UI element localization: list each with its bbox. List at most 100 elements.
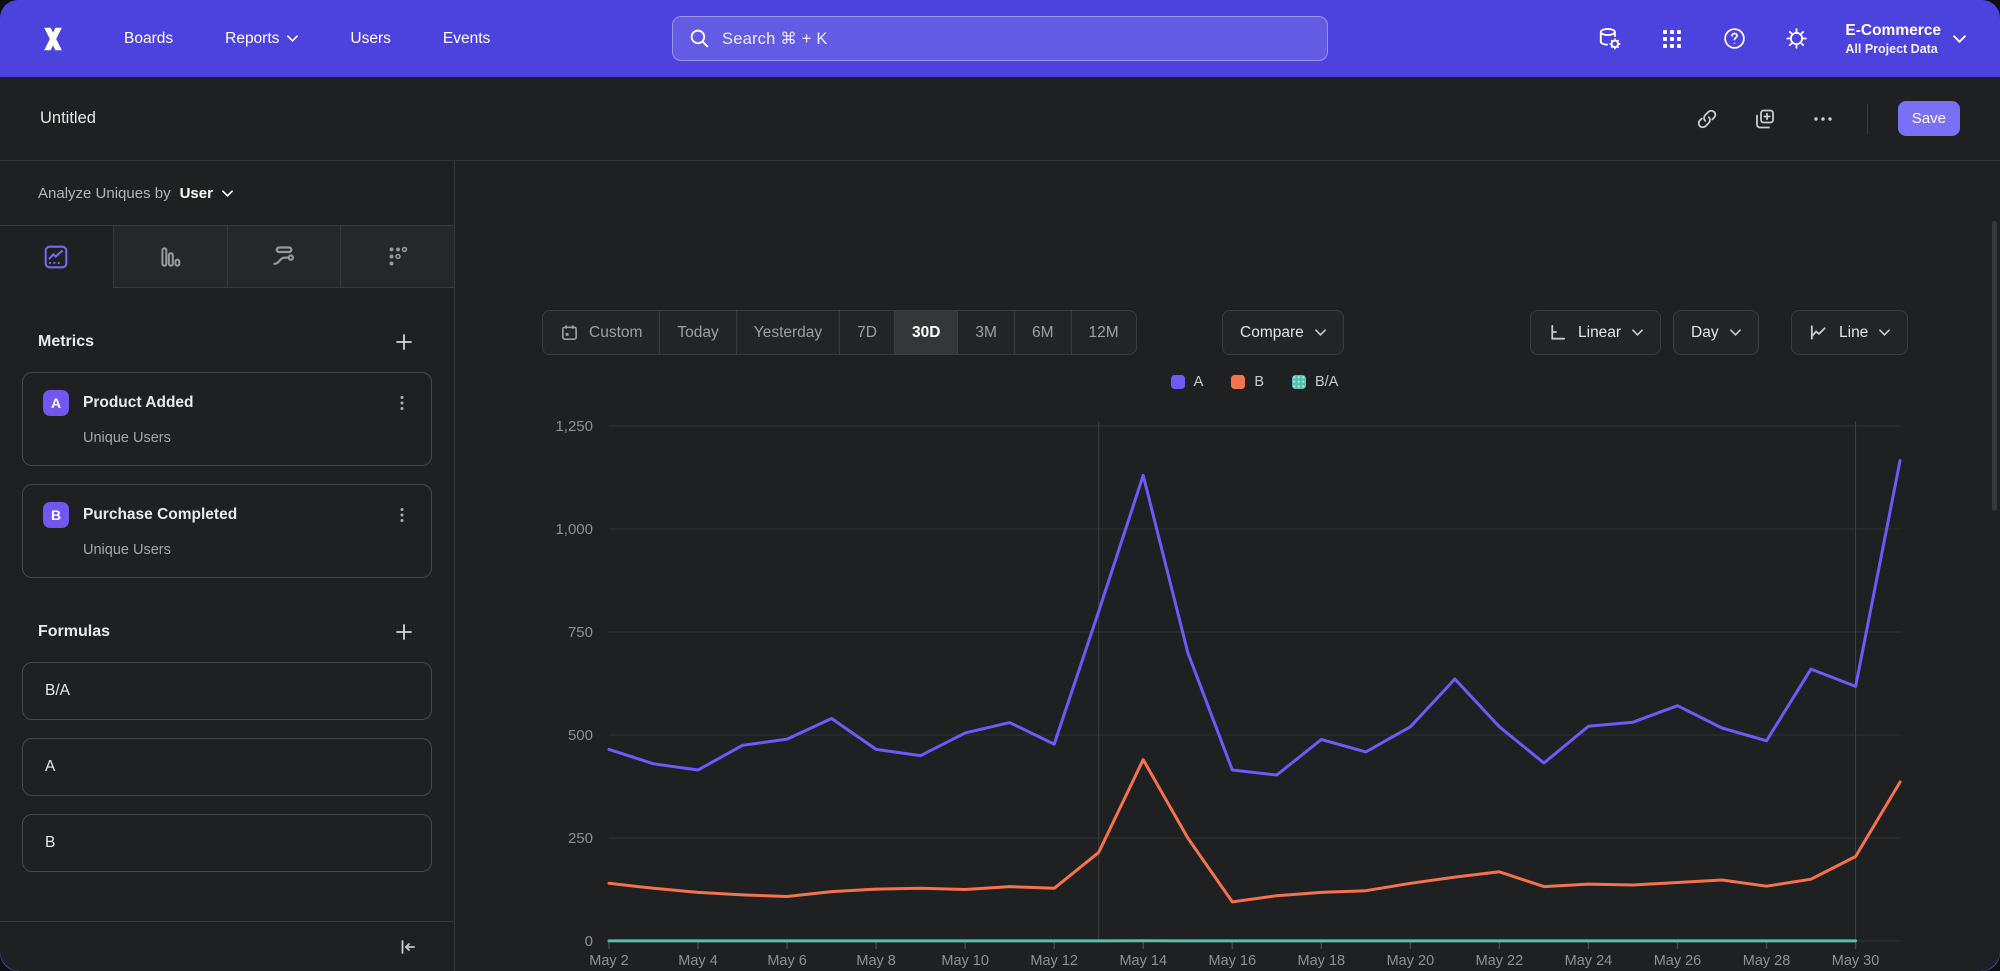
range-6m[interactable]: 6M — [1015, 311, 1072, 354]
range-30d[interactable]: 30D — [895, 311, 958, 354]
scale-dropdown[interactable]: Linear — [1530, 310, 1661, 355]
analyze-by-label: Analyze Uniques by — [38, 185, 171, 202]
series-line-b[interactable] — [609, 760, 1900, 902]
formula-card-b-a[interactable]: B/A — [22, 662, 432, 720]
nav-item-boards[interactable]: Boards — [124, 30, 173, 48]
range-label: 12M — [1089, 324, 1119, 342]
metric-menu-icon[interactable] — [393, 394, 411, 412]
metric-card-a[interactable]: AProduct AddedUnique Users — [22, 372, 432, 466]
x-tick-label: May 12 — [1030, 953, 1078, 969]
chevron-down-icon — [1879, 329, 1890, 336]
collapse-sidebar-icon[interactable] — [398, 937, 418, 957]
range-label: 30D — [912, 324, 940, 342]
nav-label: Reports — [225, 30, 279, 48]
metric-event-name: Purchase Completed — [83, 506, 237, 524]
range-custom[interactable]: Custom — [543, 311, 660, 354]
line-chart[interactable]: 02505007501,0001,250May 2May 4May 6May 8… — [455, 359, 2000, 971]
line-chart-icon — [1809, 323, 1828, 342]
range-yesterday[interactable]: Yesterday — [737, 311, 840, 354]
report-title[interactable]: Untitled — [40, 109, 96, 128]
tab-flows[interactable] — [227, 226, 341, 288]
data-management-icon[interactable] — [1597, 26, 1623, 52]
chevron-down-icon — [1315, 329, 1326, 336]
more-options-icon[interactable] — [1809, 105, 1837, 133]
chart-area: Custom Today Yesterday 7D 30D 3M 6M 12M Compare… — [455, 161, 2000, 971]
metric-card-b[interactable]: BPurchase CompletedUnique Users — [22, 484, 432, 578]
nav-item-reports[interactable]: Reports — [225, 30, 298, 48]
formula-expression: A — [45, 758, 55, 775]
metrics-heading: Metrics — [38, 333, 94, 351]
formula-expression: B — [45, 834, 55, 851]
formulas-header: Formulas — [38, 620, 416, 644]
line-chart-icon — [43, 244, 69, 270]
range-3m[interactable]: 3M — [958, 311, 1015, 354]
nav-label: Boards — [124, 30, 173, 48]
nav-label: Events — [443, 30, 490, 48]
compare-label: Compare — [1240, 324, 1304, 342]
range-label: Yesterday — [754, 324, 822, 342]
add-formula-button[interactable] — [392, 620, 416, 644]
tab-retention[interactable] — [340, 226, 454, 288]
chart-type-dropdown[interactable]: Line — [1791, 310, 1908, 355]
range-label: Custom — [589, 324, 642, 342]
formulas-list: B/A A B — [22, 662, 432, 872]
duplicate-icon[interactable] — [1751, 105, 1779, 133]
range-today[interactable]: Today — [660, 311, 736, 354]
x-tick-label: May 20 — [1387, 953, 1435, 969]
range-12m[interactable]: 12M — [1072, 311, 1136, 354]
x-tick-label: May 18 — [1298, 953, 1346, 969]
y-tick-label: 0 — [585, 933, 593, 950]
scrollbar[interactable] — [1992, 221, 1997, 511]
chevron-down-icon — [1730, 329, 1741, 336]
y-tick-label: 500 — [568, 727, 593, 744]
metric-measure[interactable]: Unique Users — [83, 430, 411, 446]
compare-dropdown[interactable]: Compare — [1222, 310, 1344, 355]
chevron-down-icon — [287, 35, 298, 42]
x-tick-label: May 30 — [1832, 953, 1880, 969]
formulas-heading: Formulas — [38, 623, 110, 641]
analyze-by-value: User — [180, 185, 213, 202]
x-tick-label: May 26 — [1654, 953, 1702, 969]
copy-link-icon[interactable] — [1693, 105, 1721, 133]
help-icon[interactable] — [1721, 26, 1747, 52]
metric-menu-button[interactable] — [393, 394, 411, 412]
linear-scale-icon — [1548, 323, 1567, 342]
project-switcher[interactable]: E-Commerce All Project Data — [1845, 22, 1966, 56]
nav-item-users[interactable]: Users — [350, 30, 390, 48]
top-nav-bar: Boards Reports Users Events Search ⌘ + K — [0, 0, 2000, 77]
save-button[interactable]: Save — [1898, 101, 1960, 136]
apps-grid-icon[interactable] — [1659, 26, 1685, 52]
metrics-list: AProduct AddedUnique UsersBPurchase Comp… — [22, 372, 432, 578]
divider — [1867, 104, 1868, 134]
metric-measure[interactable]: Unique Users — [83, 542, 411, 558]
sidebar-footer — [0, 921, 454, 971]
x-tick-label: May 10 — [941, 953, 989, 969]
nav-item-events[interactable]: Events — [443, 30, 490, 48]
add-metric-button[interactable] — [392, 330, 416, 354]
interval-dropdown[interactable]: Day — [1673, 310, 1759, 355]
metric-menu-icon[interactable] — [393, 506, 411, 524]
header-utilities: E-Commerce All Project Data — [1597, 22, 1966, 56]
date-range-control: Custom Today Yesterday 7D 30D 3M 6M 12M — [542, 310, 1137, 355]
formula-card-a[interactable]: A — [22, 738, 432, 796]
project-name: E-Commerce — [1845, 22, 1941, 40]
formula-expression: B/A — [45, 682, 70, 699]
retention-icon — [385, 244, 411, 270]
search-input[interactable]: Search ⌘ + K — [672, 16, 1328, 61]
series-line-a[interactable] — [609, 461, 1900, 775]
x-tick-label: May 24 — [1565, 953, 1613, 969]
mixpanel-logo-icon[interactable] — [34, 20, 72, 58]
visualization-tabs — [0, 226, 454, 288]
flows-icon — [270, 243, 297, 270]
x-tick-label: May 28 — [1743, 953, 1791, 969]
tab-bars[interactable] — [113, 226, 227, 288]
metric-menu-button[interactable] — [393, 506, 411, 524]
formula-card-b[interactable]: B — [22, 814, 432, 872]
x-tick-label: May 8 — [856, 953, 896, 969]
range-label: 6M — [1032, 324, 1054, 342]
settings-gear-icon[interactable] — [1783, 26, 1809, 52]
analyze-by-row[interactable]: Analyze Uniques by User — [0, 161, 454, 226]
tab-insights[interactable] — [0, 226, 113, 288]
y-tick-label: 750 — [568, 624, 593, 641]
range-7d[interactable]: 7D — [840, 311, 895, 354]
